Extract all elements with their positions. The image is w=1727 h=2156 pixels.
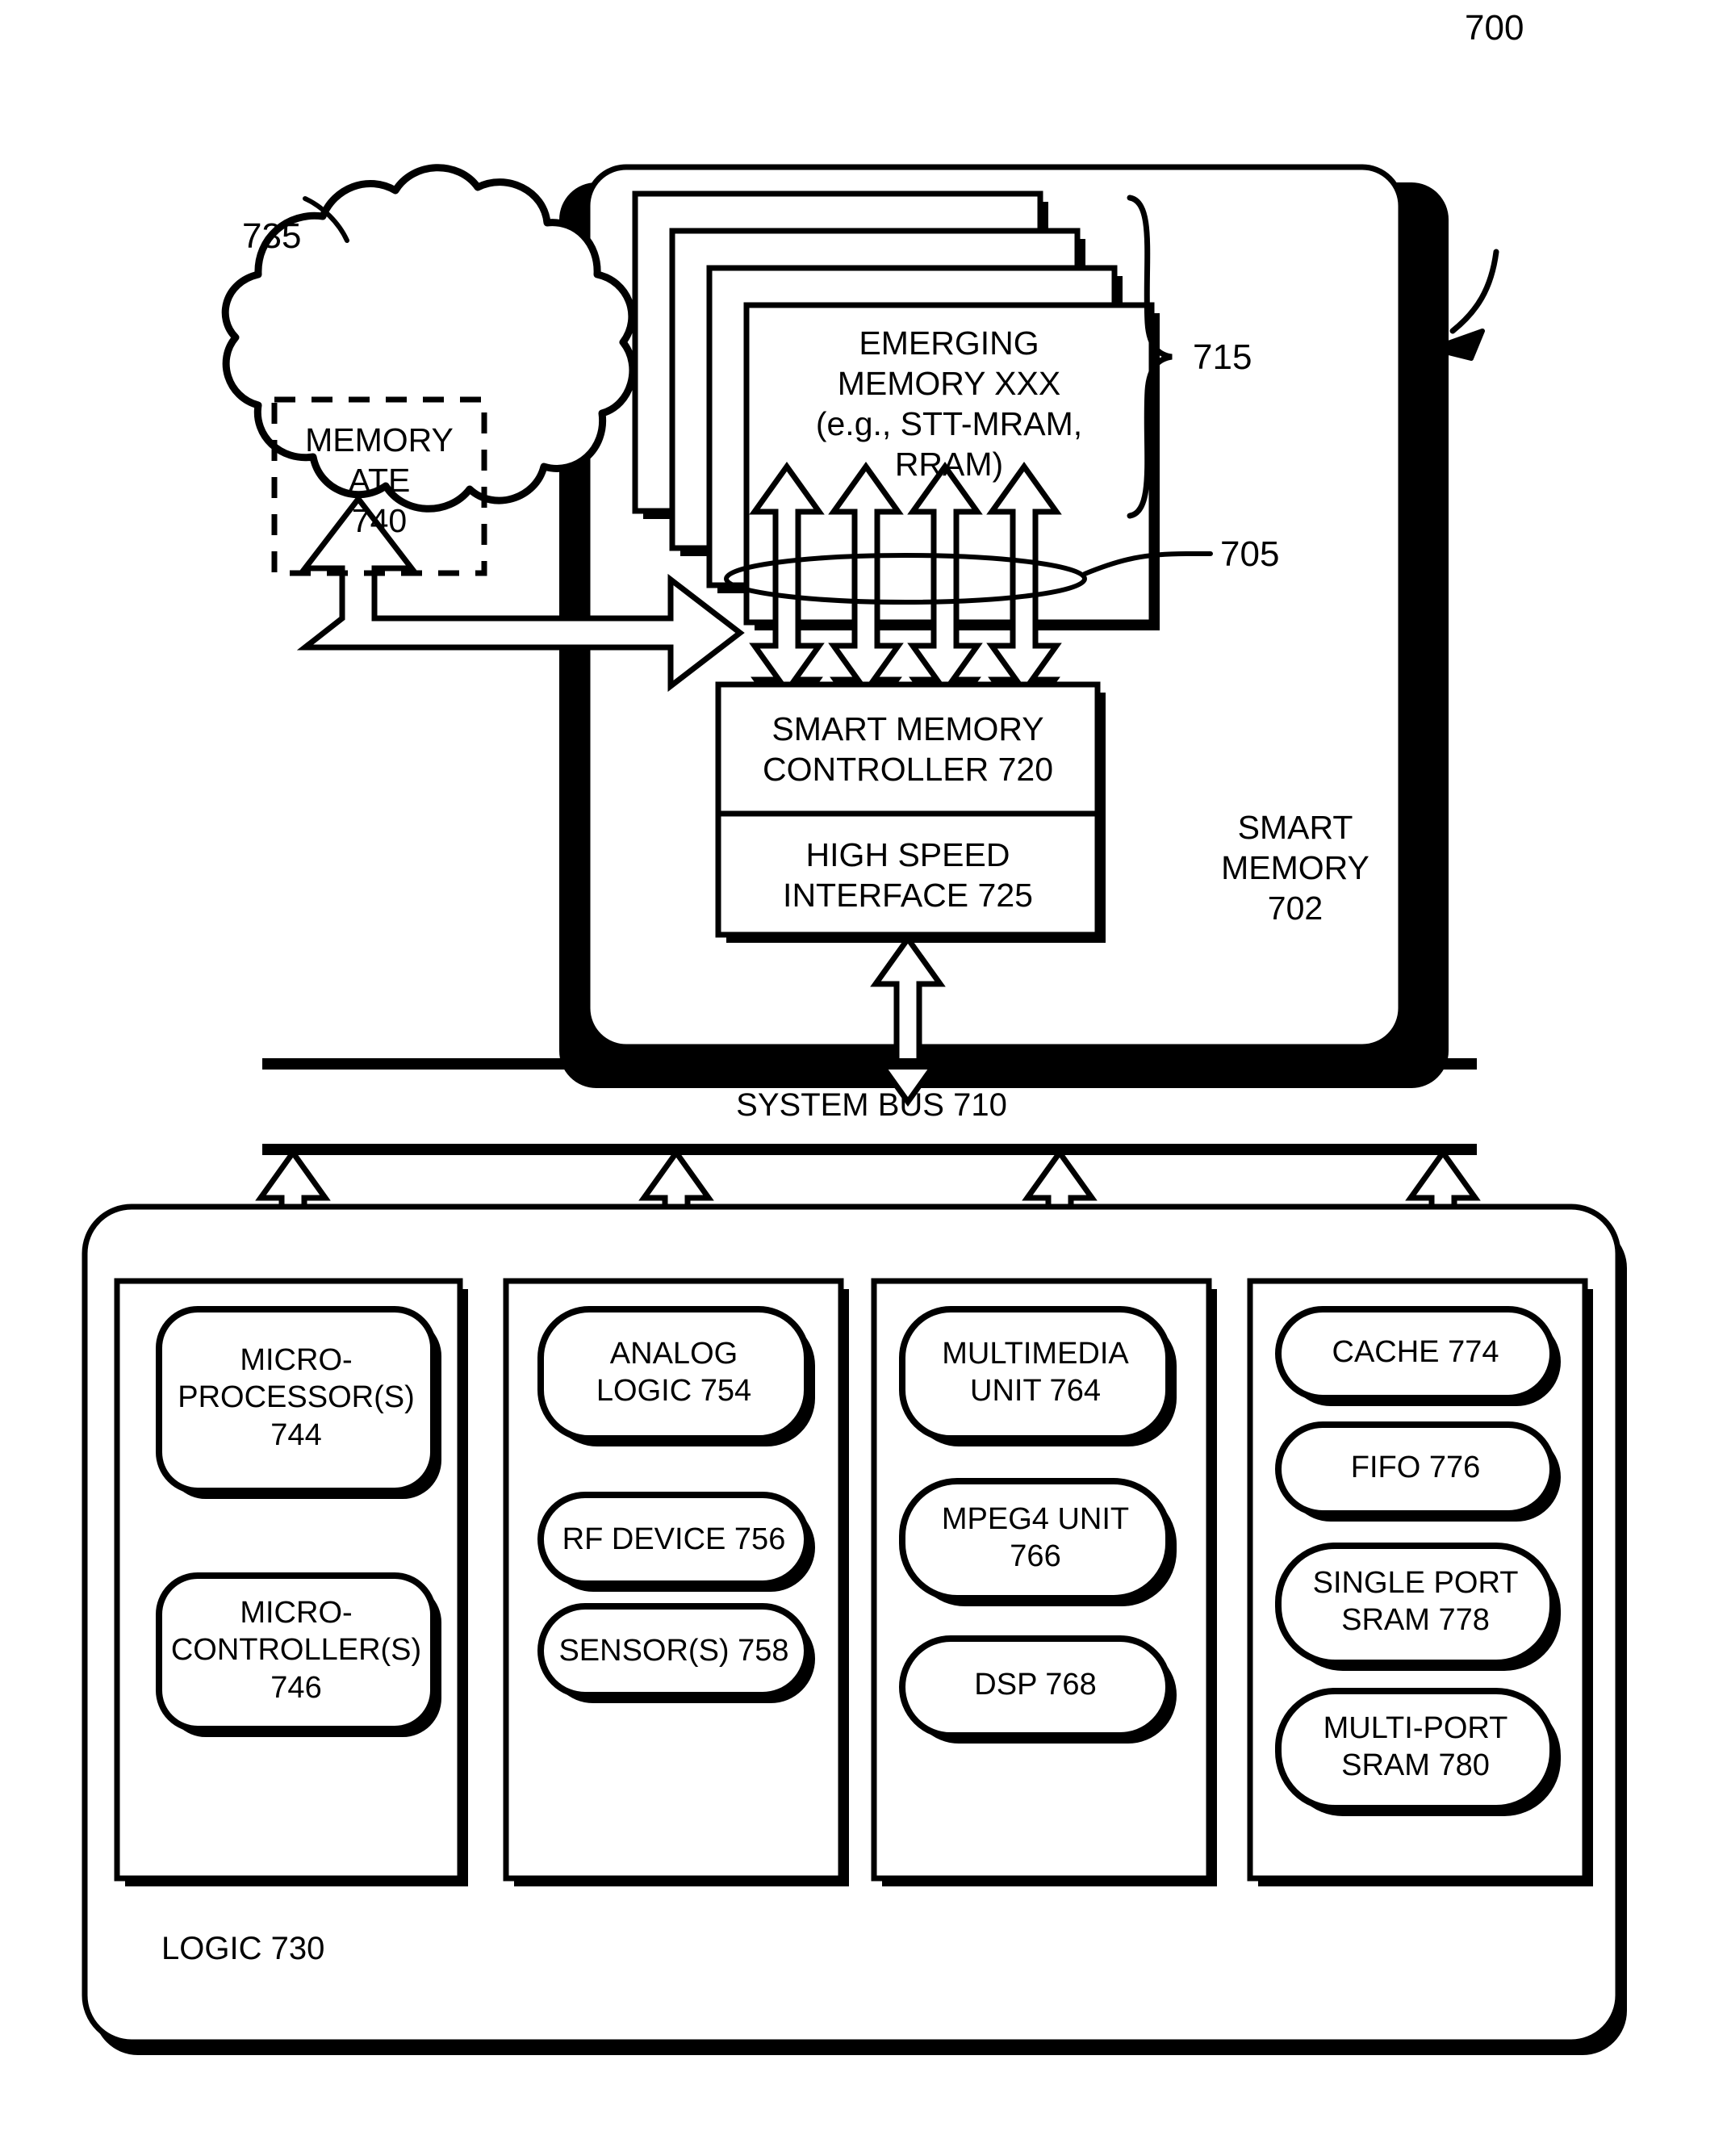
smart-memory-controller-label: SMART MEMORY CONTROLLER 720 bbox=[762, 710, 1053, 789]
mpeg4-unit-block-label[interactable]: MPEG4 UNIT 766 bbox=[902, 1501, 1169, 1576]
leader-700 bbox=[1449, 249, 1499, 334]
system-bus-label: SYSTEM BUS 710 bbox=[736, 1087, 1007, 1123]
multimedia-unit-block-label[interactable]: MULTIMEDIA UNIT 764 bbox=[902, 1335, 1169, 1410]
microprocessor-block-label[interactable]: MICRO- PROCESSOR(S) 744 bbox=[159, 1342, 433, 1454]
patent-figure-700: 700 735 MEMORY ATE 740 EMERGING MEMORY X… bbox=[0, 0, 1727, 2156]
ref-705: 705 bbox=[1220, 534, 1280, 574]
smart-memory-container-label: SMART MEMORY 702 bbox=[1221, 809, 1369, 927]
rf-device-block-label[interactable]: RF DEVICE 756 bbox=[541, 1521, 807, 1558]
logic-container-label: LOGIC 730 bbox=[161, 1931, 325, 1966]
ref-735: 735 bbox=[242, 216, 302, 256]
memory-ate-label: MEMORY ATE 740 bbox=[305, 421, 454, 540]
dsp-block-label[interactable]: DSP 768 bbox=[902, 1666, 1169, 1703]
analog-logic-block-label[interactable]: ANALOG LOGIC 754 bbox=[541, 1335, 807, 1410]
ref-715: 715 bbox=[1193, 337, 1252, 377]
multi-port-sram-block-label[interactable]: MULTI-PORT SRAM 780 bbox=[1278, 1710, 1553, 1785]
emerging-memory-label: EMERGING MEMORY XXX (e.g., STT-MRAM, RRA… bbox=[815, 324, 1083, 484]
cache-block-label[interactable]: CACHE 774 bbox=[1278, 1333, 1553, 1371]
single-port-sram-block-label[interactable]: SINGLE PORT SRAM 778 bbox=[1278, 1564, 1553, 1639]
high-speed-interface-label: HIGH SPEED INTERFACE 725 bbox=[783, 836, 1033, 915]
sensors-block-label[interactable]: SENSOR(S) 758 bbox=[541, 1632, 807, 1669]
ref-700: 700 bbox=[1465, 8, 1524, 48]
fifo-block-label[interactable]: FIFO 776 bbox=[1278, 1449, 1553, 1486]
microcontroller-block-label[interactable]: MICRO- CONTROLLER(S) 746 bbox=[159, 1594, 433, 1706]
